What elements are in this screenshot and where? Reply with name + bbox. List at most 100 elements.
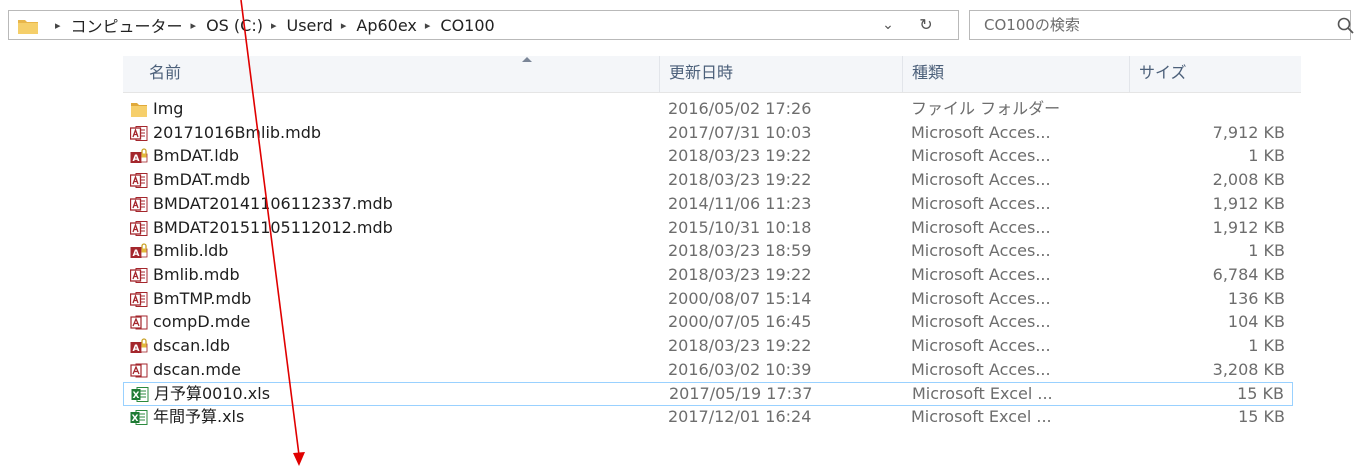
table-row[interactable]: compD.mde 2000/07/05 16:45 Microsoft Acces…	[123, 311, 1293, 335]
file-size: 1,912 KB	[1212, 193, 1285, 213]
access-db-icon	[129, 220, 148, 237]
file-date: 2018/03/23 18:59	[668, 241, 812, 261]
file-name: BMDAT20141106112337.mdb	[153, 193, 393, 213]
file-name: BmDAT.mdb	[153, 170, 251, 190]
table-row[interactable]: BmTMP.mdb 2000/08/07 15:14 Microsoft Acces…	[123, 288, 1293, 312]
search-input[interactable]: CO100の検索	[969, 10, 1354, 40]
file-size: 1 KB	[1248, 241, 1285, 261]
column-header-name[interactable]: 名前	[139, 56, 659, 92]
file-type: Microsoft Acces...	[911, 264, 1051, 284]
chevron-down-icon[interactable]: ⌄	[877, 14, 899, 36]
access-db-icon	[129, 291, 148, 308]
table-row[interactable]: A Bmlib.ldb 2018/03/23 18:59 Microsoft Acce…	[123, 240, 1293, 264]
sort-ascending-icon	[522, 57, 532, 62]
breadcrumb-separator-icon[interactable]: ▸	[55, 19, 61, 32]
file-name: BmDAT.ldb	[153, 146, 240, 166]
refresh-icon[interactable]: ↻	[915, 14, 937, 36]
access-mde-icon	[130, 314, 148, 331]
file-size: 15 KB	[1237, 384, 1284, 404]
file-name: BMDAT20151105112012.mdb	[153, 217, 393, 237]
file-date: 2015/10/31 10:18	[668, 217, 812, 237]
file-name: 月予算0010.xls	[154, 384, 271, 404]
file-type: Microsoft Acces...	[911, 122, 1051, 142]
file-type: Microsoft Acces...	[911, 288, 1051, 308]
table-row[interactable]: BMDAT20151105112012.mdb 2015/10/31 10:18 M…	[123, 217, 1293, 241]
excel-icon: X	[131, 386, 149, 403]
file-size: 136 KB	[1227, 288, 1285, 308]
file-name: compD.mde	[153, 312, 251, 332]
search-placeholder: CO100の検索	[984, 16, 1080, 34]
table-row[interactable]: Bmlib.mdb 2018/03/23 19:22 Microsoft Acces…	[123, 264, 1293, 288]
file-size: 7,912 KB	[1212, 122, 1285, 142]
file-date: 2016/03/02 10:39	[668, 359, 812, 379]
breadcrumb-item[interactable]: OS (C:)	[206, 16, 263, 35]
file-date: 2000/08/07 15:14	[668, 288, 812, 308]
access-db-icon	[129, 196, 148, 213]
file-date: 2016/05/02 17:26	[668, 99, 812, 118]
breadcrumb-item[interactable]: CO100	[440, 16, 494, 35]
table-row[interactable]: BMDAT20141106112337.mdb 2014/11/06 11:23 M…	[123, 193, 1293, 217]
folder-icon	[130, 101, 148, 118]
file-type: Microsoft Acces...	[911, 146, 1051, 166]
breadcrumb: ▸ コンピューター ▸ OS (C:) ▸ Userd ▸ Ap60ex ▸ CO100	[47, 11, 495, 39]
breadcrumb-separator-icon[interactable]: ▸	[341, 19, 347, 32]
address-bar[interactable]: ▸ コンピューター ▸ OS (C:) ▸ Userd ▸ Ap60ex ▸ CO100 ⌄ ↻	[8, 10, 959, 40]
breadcrumb-item[interactable]: Userd	[287, 16, 333, 35]
search-icon[interactable]	[1336, 16, 1356, 36]
file-date: 2018/03/23 19:22	[668, 336, 812, 355]
svg-text:A: A	[133, 249, 140, 259]
table-row[interactable]: 20171016Bmlib.mdb 2017/07/31 10:03 Microso…	[123, 122, 1293, 146]
file-name: Img	[153, 99, 184, 118]
file-type: ファイル フォルダー	[911, 99, 1061, 118]
table-row[interactable]: Adscan.ldb 2018/03/23 19:22 Microsoft Acce…	[123, 335, 1293, 359]
file-size: 2,008 KB	[1212, 170, 1285, 190]
file-type: Microsoft Excel ...	[911, 407, 1052, 427]
breadcrumb-separator-icon[interactable]: ▸	[271, 19, 277, 32]
excel-icon: X	[130, 409, 148, 426]
file-type: Microsoft Acces...	[911, 312, 1051, 332]
file-size: 1 KB	[1248, 336, 1285, 355]
file-type: Microsoft Acces...	[911, 336, 1051, 355]
table-row[interactable]: BmDAT.mdb 2018/03/23 19:22 Microsoft Acces…	[123, 169, 1293, 193]
svg-text:X: X	[132, 414, 139, 424]
file-name: BmTMP.mdb	[153, 288, 252, 308]
file-name: 年間予算.xls	[153, 407, 245, 427]
column-header-size[interactable]: サイズ	[1129, 56, 1301, 92]
column-header-type[interactable]: 種類	[902, 56, 1129, 92]
table-row-selected[interactable]: X 月予算0010.xls 2017/05/19 17:37 Microsoft Ex…	[123, 382, 1293, 407]
breadcrumb-item[interactable]: Ap60ex	[356, 16, 417, 35]
file-date: 2017/05/19 17:37	[669, 384, 813, 404]
file-size: 15 KB	[1238, 407, 1285, 427]
breadcrumb-item[interactable]: コンピューター	[71, 13, 183, 37]
access-db-icon	[129, 267, 148, 284]
file-date: 2018/03/23 19:22	[668, 170, 812, 190]
column-header-row: 名前 更新日時 種類 サイズ	[123, 56, 1301, 93]
column-header-date[interactable]: 更新日時	[659, 56, 902, 92]
svg-text:X: X	[133, 391, 140, 401]
access-db-icon	[129, 172, 148, 189]
file-type: Microsoft Acces...	[911, 241, 1051, 261]
file-type: Microsoft Acces...	[911, 217, 1051, 237]
file-size: 3,208 KB	[1212, 359, 1285, 379]
file-type: Microsoft Acces...	[911, 359, 1051, 379]
table-row[interactable]: A BmDAT.ldb 2018/03/23 19:22 Microsoft Acce…	[123, 145, 1293, 169]
file-date: 2014/11/06 11:23	[668, 193, 812, 213]
table-row[interactable]: X 年間予算.xls 2017/12/01 16:24 Microsoft Excel…	[123, 406, 1293, 430]
svg-text:A: A	[133, 154, 140, 164]
file-name: 20171016Bmlib.mdb	[153, 122, 322, 142]
svg-text:A: A	[133, 344, 140, 354]
table-row[interactable]: Img 2016/05/02 17:26 ファイル フォルダー	[123, 98, 1293, 122]
file-size: 1 KB	[1248, 146, 1285, 166]
file-date: 2018/03/23 19:22	[668, 264, 812, 284]
breadcrumb-separator-icon[interactable]: ▸	[425, 19, 431, 32]
file-name: dscan.ldb	[153, 336, 231, 355]
breadcrumb-separator-icon[interactable]: ▸	[191, 19, 197, 32]
file-type: Microsoft Acces...	[911, 170, 1051, 190]
folder-icon	[18, 20, 38, 34]
file-name: dscan.mde	[153, 359, 241, 379]
table-row[interactable]: dscan.mde 2016/03/02 10:39 Microsoft Acces…	[123, 359, 1293, 383]
access-lock-icon: A	[130, 243, 148, 260]
file-date: 2000/07/05 16:45	[668, 312, 812, 332]
file-name: Bmlib.ldb	[153, 241, 229, 261]
file-size: 6,784 KB	[1212, 264, 1285, 284]
